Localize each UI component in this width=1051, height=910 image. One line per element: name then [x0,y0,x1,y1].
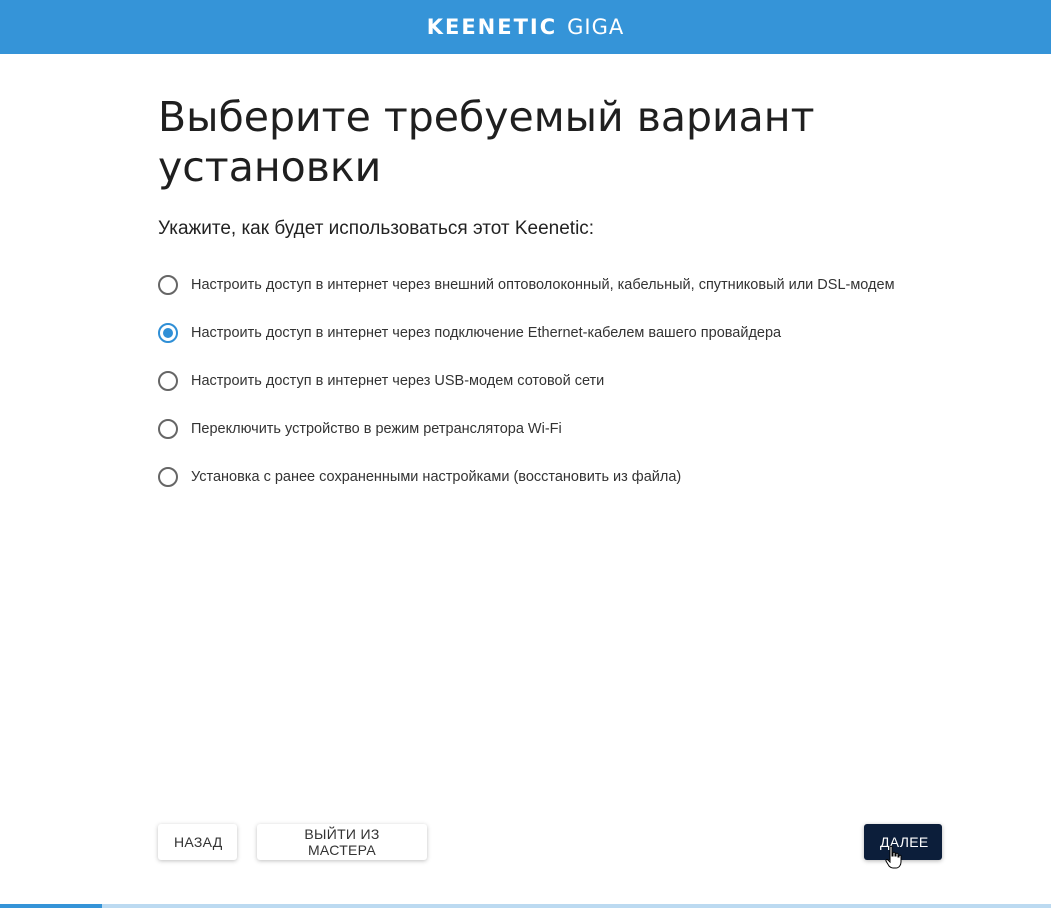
option-label: Установка с ранее сохраненными настройка… [191,469,682,485]
option-label: Настроить доступ в интернет через подклю… [191,325,782,341]
radio-button[interactable] [158,419,178,439]
back-button[interactable]: НАЗАД [158,824,237,860]
option-label: Переключить устройство в режим ретрансля… [191,421,562,437]
setup-wizard-content: Выберите требуемый вариант установки Ука… [158,92,958,514]
option-restore-from-file[interactable]: Установка с ранее сохраненными настройка… [158,466,958,488]
option-usb-modem[interactable]: Настроить доступ в интернет через USB-мо… [158,370,958,392]
setup-options-group: Настроить доступ в интернет через внешни… [158,274,958,488]
option-wifi-repeater[interactable]: Переключить устройство в режим ретрансля… [158,418,958,440]
brand-logo: KEENETIC GIGA [427,15,625,39]
page-subtitle: Укажите, как будет использоваться этот K… [158,218,595,239]
page-title: Выберите требуемый вариант установки [158,93,815,191]
radio-button[interactable] [158,467,178,487]
radio-button[interactable] [158,371,178,391]
wizard-progress-bar [0,904,1051,908]
radio-button[interactable] [158,323,178,343]
header-bar: KEENETIC GIGA [0,0,1051,54]
option-label: Настроить доступ в интернет через USB-мо… [191,373,605,389]
radio-button[interactable] [158,275,178,295]
option-ethernet-provider[interactable]: Настроить доступ в интернет через подклю… [158,322,958,344]
brand-model: GIGA [567,15,625,39]
option-external-modem[interactable]: Настроить доступ в интернет через внешни… [158,274,958,296]
wizard-progress-fill [0,904,102,908]
option-label: Настроить доступ в интернет через внешни… [191,277,895,293]
exit-wizard-button[interactable]: ВЫЙТИ ИЗ МАСТЕРА [257,824,427,860]
brand-name: KEENETIC [426,15,558,39]
next-button[interactable]: ДАЛЕЕ [864,824,942,860]
